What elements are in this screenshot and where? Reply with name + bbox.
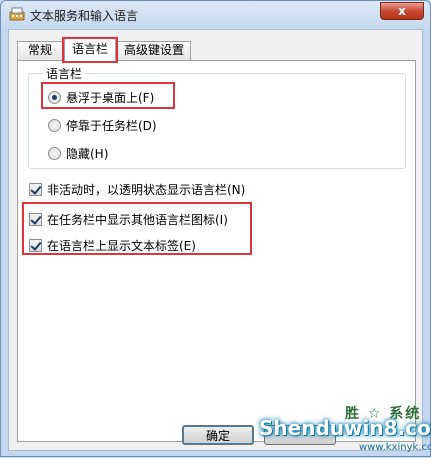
close-icon: x <box>398 4 406 18</box>
radio-hidden[interactable] <box>48 147 61 160</box>
ok-button-label: 确定 <box>205 428 230 443</box>
option-highlight-box <box>41 82 175 109</box>
window-title: 文本服务和输入语言 <box>30 9 139 23</box>
tab-advanced-key-settings[interactable]: 高级键设置 <box>117 41 191 60</box>
language-bar-group: 语言栏 悬浮于桌面上(F) 停靠于任务栏(D) 隐藏(H) <box>28 65 406 169</box>
tab-panel-language-bar: 语言栏 悬浮于桌面上(F) 停靠于任务栏(D) 隐藏(H) 非活动时，以透明状态… <box>17 60 416 442</box>
tab-general-label: 常规 <box>27 43 52 57</box>
option-dock-taskbar[interactable]: 停靠于任务栏(D) <box>48 117 157 134</box>
tab-general[interactable]: 常规 <box>17 41 63 60</box>
radio-dock-taskbar[interactable] <box>48 119 61 132</box>
keyboard-icon <box>9 7 25 21</box>
option-dock-label: 停靠于任务栏(D) <box>66 119 157 133</box>
tab-advanced-label: 高级键设置 <box>123 43 184 57</box>
option-hidden-label: 隐藏(H) <box>66 147 109 161</box>
option-hidden[interactable]: 隐藏(H) <box>48 145 108 162</box>
checkbox-transparent[interactable] <box>29 183 42 196</box>
close-button[interactable]: x <box>380 2 424 20</box>
checkbox-row-transparent[interactable]: 非活动时，以透明状态显示语言栏(N) <box>29 181 245 198</box>
dialog-window: 文本服务和输入语言 x 常规 语言栏 高级键设置 语言栏 悬浮于桌面上(F) 停… <box>0 0 431 457</box>
group-label: 语言栏 <box>43 65 86 82</box>
dialog-client-area: 常规 语言栏 高级键设置 语言栏 悬浮于桌面上(F) 停靠于任务栏(D) 隐藏(… <box>8 29 423 451</box>
title-bar[interactable]: 文本服务和输入语言 x <box>1 1 430 29</box>
checkbox-transparent-label: 非活动时，以透明状态显示语言栏(N) <box>47 183 246 197</box>
cancel-button[interactable] <box>264 425 336 445</box>
tab-highlight-box <box>62 37 118 63</box>
checkbox-highlight-box <box>22 202 252 255</box>
ok-button[interactable]: 确定 <box>182 425 254 445</box>
